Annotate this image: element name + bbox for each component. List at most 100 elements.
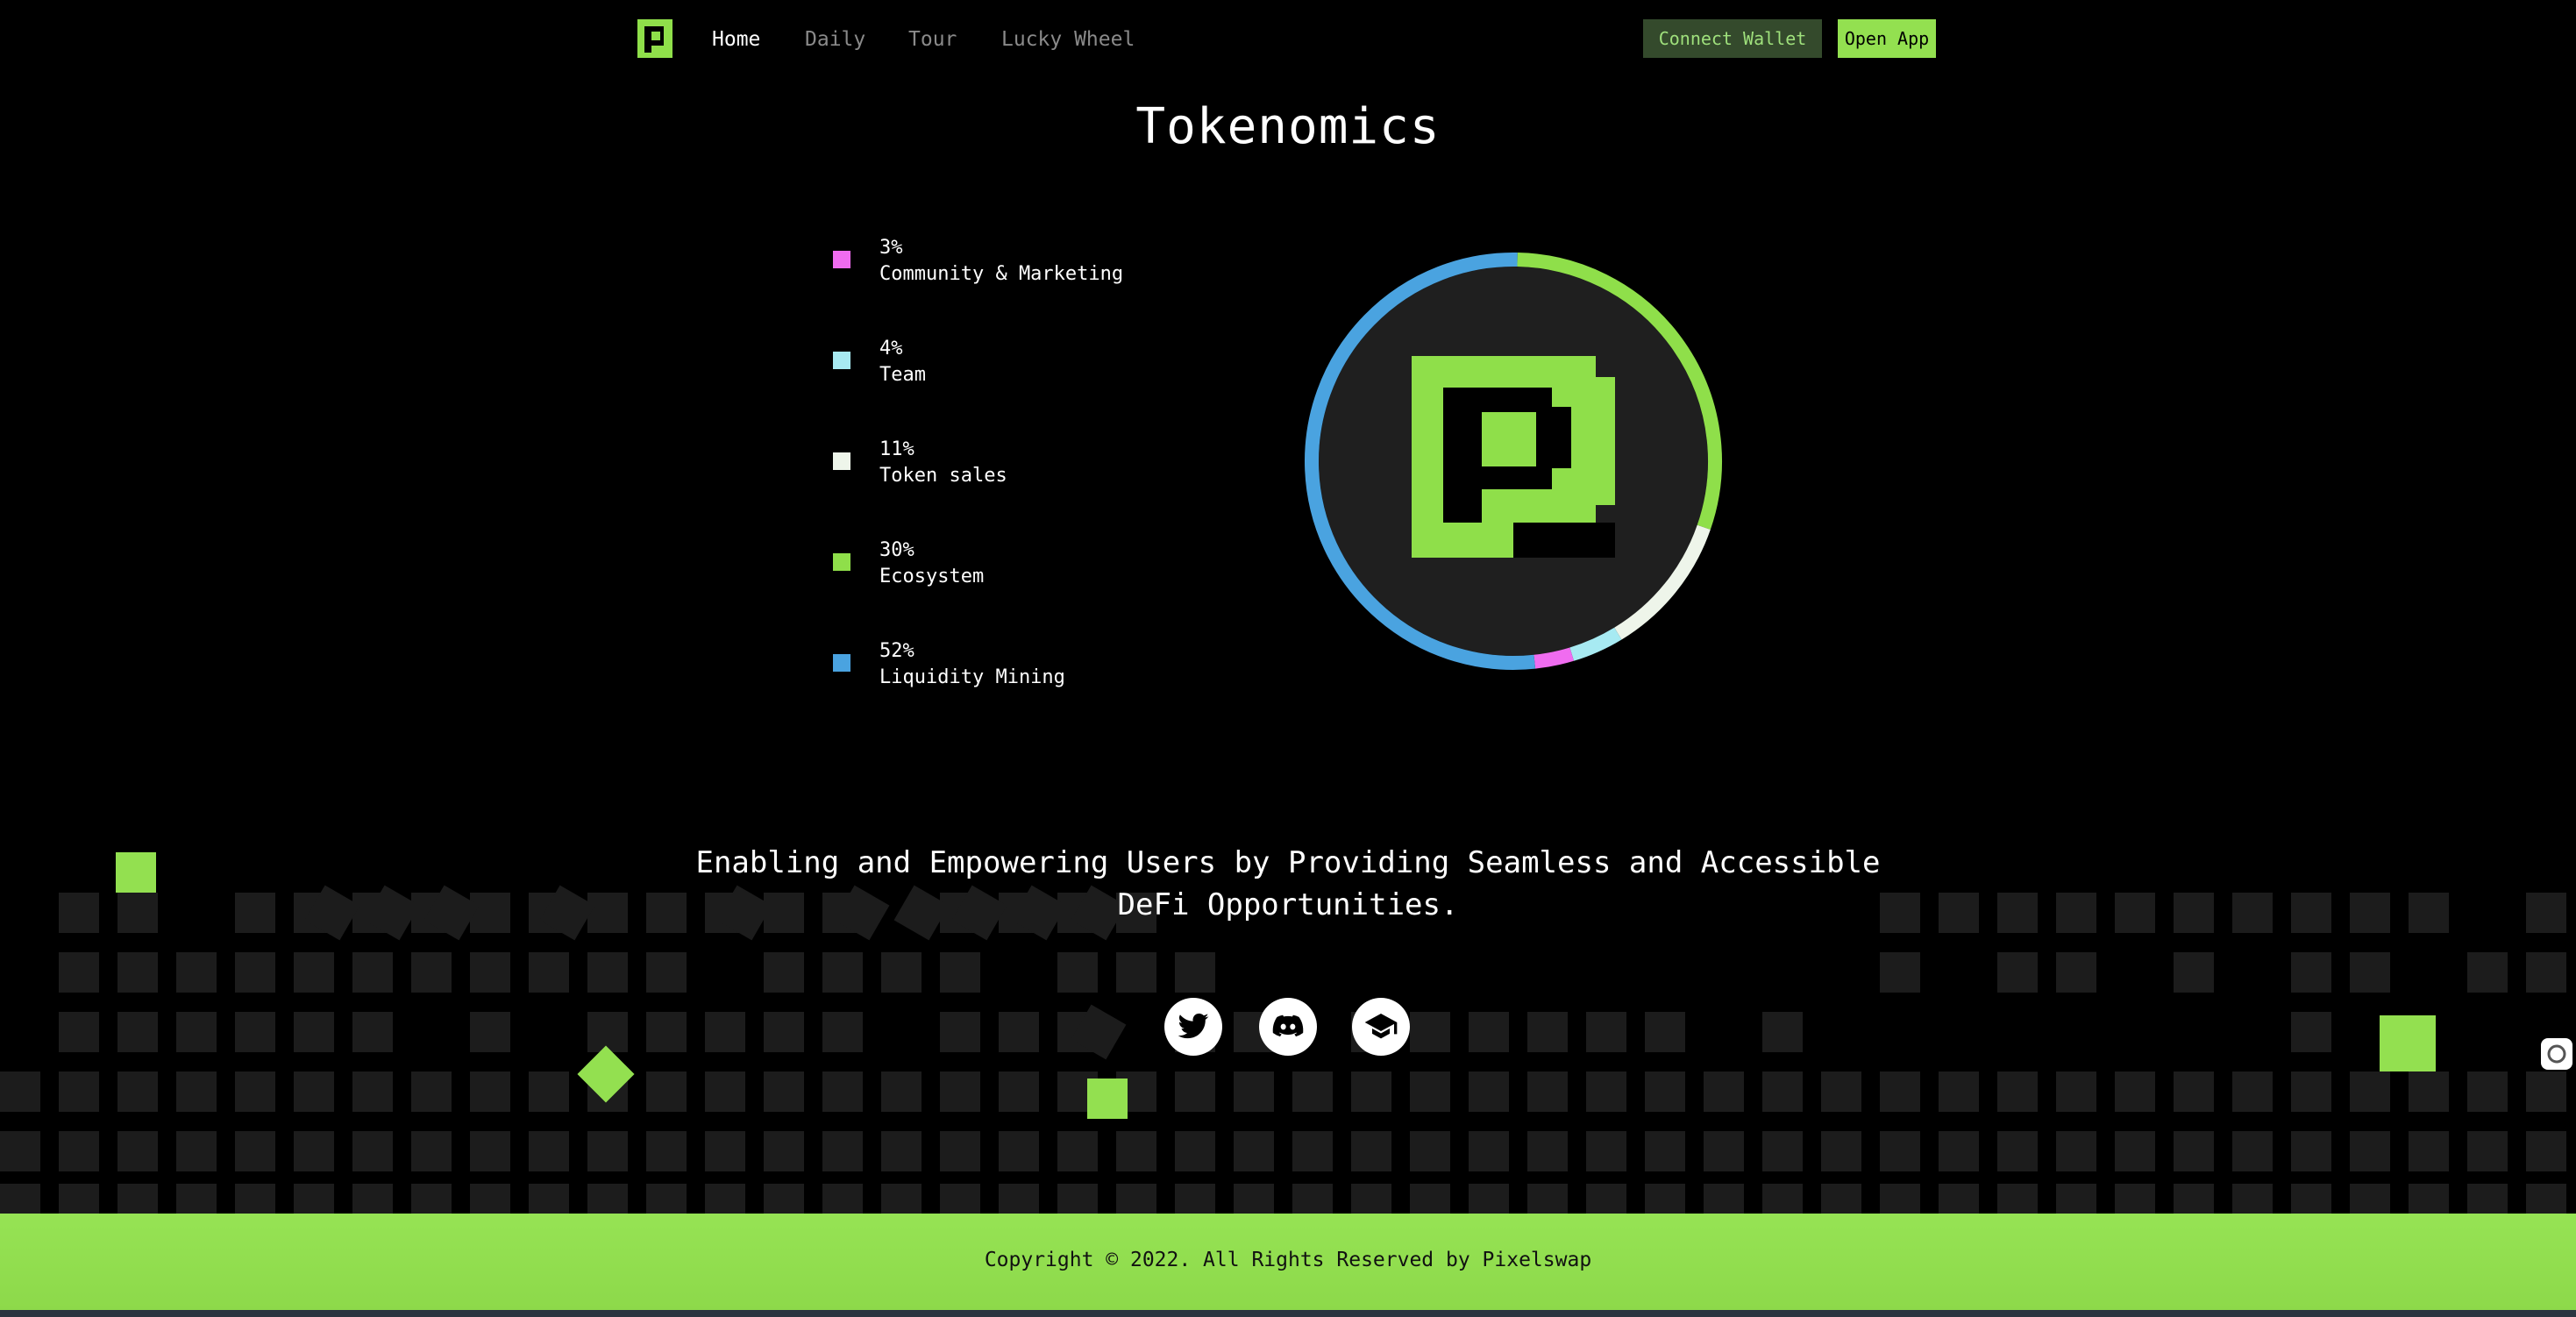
bg-tile: [1997, 893, 2038, 933]
discord-icon: [1272, 1014, 1304, 1037]
bg-tile: [1057, 952, 1098, 993]
bg-tile: [2291, 1071, 2331, 1112]
bg-accent-tile: [2380, 1015, 2436, 1071]
bg-tile: [2467, 1071, 2508, 1112]
bg-tile: [1880, 1131, 1920, 1171]
bg-tile: [1351, 1071, 1391, 1112]
bg-tile: [646, 1012, 687, 1052]
legend-percent: 4%: [879, 338, 903, 360]
bg-tile: [2350, 1184, 2390, 1214]
tagline-line-2: DeFi Opportunities.: [1117, 887, 1459, 922]
bg-tile: [2174, 1131, 2214, 1171]
bg-tile: [117, 1012, 158, 1052]
bg-tile: [411, 1184, 452, 1214]
bg-tile: [470, 1131, 510, 1171]
bg-tile: [2409, 1131, 2449, 1171]
bg-tile: [352, 952, 393, 993]
bg-tile: [2526, 1131, 2566, 1171]
bg-tile: [822, 952, 863, 993]
tagline-line-1: Enabling and Empowering Users by Providi…: [695, 845, 1881, 880]
bg-tile: [1410, 1131, 1450, 1171]
bg-tile: [117, 893, 158, 933]
nav-tour[interactable]: Tour: [908, 25, 957, 54]
bg-tile: [1704, 1071, 1744, 1112]
bg-tile: [1527, 1071, 1568, 1112]
bg-accent-tile: [1087, 1079, 1128, 1119]
bg-tile: [2526, 952, 2566, 993]
bg-tile: [470, 1071, 510, 1112]
bg-tile: [1939, 1131, 1979, 1171]
bg-tile: [1645, 1131, 1685, 1171]
side-widget-button[interactable]: [2541, 1038, 2572, 1070]
bg-tile: [2409, 1184, 2449, 1214]
bg-tile: [1234, 1131, 1274, 1171]
bg-tile: [1527, 1184, 1568, 1214]
bg-tile: [2350, 1071, 2390, 1112]
bg-tile: [117, 1131, 158, 1171]
bg-tile: [2056, 893, 2096, 933]
bg-tile: [1939, 1184, 1979, 1214]
bg-tile: [2232, 893, 2273, 933]
bg-tile: [1997, 1071, 2038, 1112]
bg-tile: [1116, 1184, 1156, 1214]
bg-tile: [822, 1012, 863, 1052]
nav-daily[interactable]: Daily: [805, 25, 865, 54]
bg-tile: [1645, 1071, 1685, 1112]
bg-tile: [822, 1071, 863, 1112]
bg-tile: [1292, 1184, 1333, 1214]
bg-tile: [2174, 952, 2214, 993]
legend-percent: 30%: [879, 539, 914, 561]
bg-tile: [587, 1131, 628, 1171]
bg-tile: [1997, 1184, 2038, 1214]
bg-tile: [2467, 952, 2508, 993]
center-logo-icon: [1412, 356, 1615, 558]
legend-percent: 52%: [879, 640, 914, 662]
bg-tile: [176, 1131, 217, 1171]
bg-tile: [1234, 1071, 1274, 1112]
legend-item: 52% Liquidity Mining: [831, 638, 1182, 691]
bg-tile: [999, 1012, 1039, 1052]
bg-tile: [59, 1184, 99, 1214]
bg-tile: [1469, 1012, 1509, 1052]
bg-tile: [1997, 952, 2038, 993]
bg-tile: [822, 1131, 863, 1171]
legend-swatch: [833, 352, 850, 369]
nav-lucky-wheel[interactable]: Lucky Wheel: [1001, 25, 1135, 54]
bg-tile: [999, 1131, 1039, 1171]
bg-tile: [1116, 1131, 1156, 1171]
footer: Copyright © 2022. All Rights Reserved by…: [0, 1214, 2576, 1310]
twitter-link[interactable]: [1164, 998, 1222, 1056]
bg-tile: [59, 1131, 99, 1171]
bg-tile: [1704, 1131, 1744, 1171]
bg-tile: [176, 952, 217, 993]
bg-tile: [1351, 1184, 1391, 1214]
bg-tile: [2056, 952, 2096, 993]
bg-tile: [1116, 952, 1156, 993]
bg-tile: [764, 1184, 804, 1214]
docs-link[interactable]: [1352, 998, 1410, 1056]
bg-tile: [235, 1071, 275, 1112]
bg-tile: [881, 1071, 922, 1112]
legend-swatch: [833, 654, 850, 672]
connect-wallet-button[interactable]: Connect Wallet: [1643, 19, 1822, 58]
bg-tile: [235, 893, 275, 933]
bg-tile: [1234, 1184, 1274, 1214]
bg-tile: [1939, 1071, 1979, 1112]
discord-link[interactable]: [1259, 998, 1317, 1056]
bg-tile: [2056, 1131, 2096, 1171]
pixelswap-logo-icon[interactable]: [637, 19, 676, 58]
bg-tile: [1410, 1012, 1450, 1052]
bg-tile: [411, 1071, 452, 1112]
bg-tile: [822, 1184, 863, 1214]
bg-tile: [294, 1012, 334, 1052]
nav-home[interactable]: Home: [712, 25, 760, 54]
bg-tile: [2291, 952, 2331, 993]
open-app-button[interactable]: Open App: [1838, 19, 1936, 58]
bg-tile: [1586, 1131, 1626, 1171]
bg-tile: [999, 1071, 1039, 1112]
bg-tile: [1880, 1184, 1920, 1214]
bg-tile: [59, 893, 99, 933]
legend-label: Community & Marketing: [879, 263, 1124, 285]
bg-tile: [1762, 1184, 1803, 1214]
bg-tile: [1527, 1131, 1568, 1171]
